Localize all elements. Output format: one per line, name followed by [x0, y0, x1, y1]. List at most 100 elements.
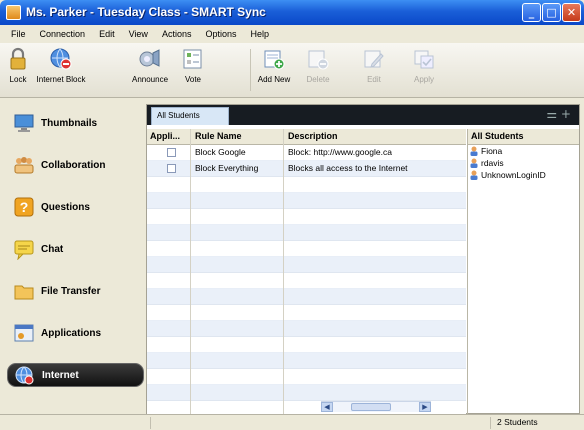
vote-button[interactable]: Vote — [178, 47, 208, 84]
menu-options[interactable]: Options — [198, 29, 243, 39]
rule-name-cell: Block Google — [195, 147, 246, 157]
lock-label: Lock — [9, 75, 27, 84]
internet-icon — [14, 364, 36, 386]
sidebar-item-questions[interactable]: ? Questions — [7, 192, 144, 222]
tab-tools-icon[interactable]: ⚌ + — [546, 107, 571, 121]
group-icon — [13, 154, 35, 176]
rule-name-cell: Block Everything — [195, 163, 259, 173]
app-logo-icon — [6, 5, 21, 20]
edit-button[interactable]: Edit — [362, 47, 386, 84]
sidebar-item-label: File Transfer — [41, 285, 101, 297]
student-count: 2 Students — [497, 417, 538, 427]
sidebar-item-label: Chat — [41, 243, 64, 255]
column-header-apply[interactable]: Appli... — [150, 131, 180, 141]
scroll-left-icon[interactable]: ◀ — [321, 402, 333, 412]
status-bar: 2 Students — [0, 414, 584, 430]
question-icon: ? — [13, 196, 35, 218]
menu-help[interactable]: Help — [243, 29, 276, 39]
column-header-rule-name[interactable]: Rule Name — [195, 131, 242, 141]
student-item[interactable]: Fiona — [468, 145, 579, 157]
add-new-button[interactable]: Add New — [256, 47, 292, 84]
sidebar-item-label: Applications — [41, 327, 102, 339]
title-bar[interactable]: Ms. Parker - Tuesday Class - SMART Sync … — [0, 0, 584, 25]
menu-file[interactable]: File — [4, 29, 33, 39]
sidebar-item-applications[interactable]: Applications — [7, 318, 144, 348]
sidebar-item-label: Questions — [41, 201, 90, 213]
add-new-icon — [262, 47, 286, 71]
svg-text:?: ? — [20, 199, 29, 215]
vote-label: Vote — [184, 75, 201, 84]
menu-bar: File Connection Edit View Actions Option… — [0, 25, 584, 43]
scroll-right-icon[interactable]: ▶ — [419, 402, 431, 412]
apply-checkbox[interactable] — [167, 148, 176, 157]
announce-icon — [138, 47, 162, 71]
add-new-label: Add New — [257, 75, 291, 84]
internet-block-label: Internet Block — [36, 75, 86, 84]
sidebar-item-internet[interactable]: Internet — [7, 363, 144, 387]
column-header-description[interactable]: Description — [288, 131, 338, 141]
padlock-icon — [6, 47, 30, 71]
delete-icon — [306, 47, 330, 71]
sidebar-item-file-transfer[interactable]: File Transfer — [7, 276, 144, 306]
sidebar-item-chat[interactable]: Chat — [7, 234, 144, 264]
tab-all-students[interactable]: All Students — [151, 107, 229, 125]
announce-button[interactable]: Announce — [130, 47, 170, 84]
announce-label: Announce — [131, 75, 169, 84]
app-window: Ms. Parker - Tuesday Class - SMART Sync … — [0, 0, 584, 430]
user-icon — [470, 158, 478, 168]
sidebar-item-collaboration[interactable]: Collaboration — [7, 150, 144, 180]
internet-block-button[interactable]: Internet Block — [33, 47, 89, 84]
column-divider — [190, 129, 191, 415]
delete-label: Delete — [306, 75, 330, 84]
vote-icon — [181, 47, 205, 71]
toolbar: Lock Internet Block Announce Vote Add Ne… — [0, 43, 584, 98]
applications-icon — [13, 322, 35, 344]
table-row[interactable]: Block Everything Blocks all access to th… — [147, 161, 466, 177]
monitor-icon — [13, 112, 35, 134]
lock-button[interactable]: Lock — [6, 47, 30, 84]
rules-table: Appli... Rule Name Description Block Goo… — [147, 129, 466, 415]
main-panel: All Students ⚌ + Appli... Rule Name Desc… — [146, 104, 580, 415]
students-panel: All Students Fiona rdavis UnknownLoginID — [467, 129, 579, 415]
menu-connection[interactable]: Connection — [33, 29, 93, 39]
sidebar-item-label: Thumbnails — [41, 117, 98, 129]
status-divider — [490, 417, 491, 429]
horizontal-scrollbar[interactable]: ◀ ▶ — [321, 401, 431, 412]
student-name: rdavis — [481, 158, 504, 168]
student-name: UnknownLoginID — [481, 170, 546, 180]
sidebar-item-label: Internet — [42, 369, 79, 381]
close-button[interactable]: ✕ — [562, 3, 581, 22]
minimize-button[interactable]: _ — [522, 3, 541, 22]
apply-icon — [412, 47, 436, 71]
table-header: Appli... Rule Name Description — [147, 129, 466, 145]
student-name: Fiona — [481, 146, 503, 156]
column-divider — [283, 129, 284, 415]
apply-checkbox[interactable] — [167, 164, 176, 173]
sidebar-item-thumbnails[interactable]: Thumbnails — [7, 108, 144, 138]
user-icon — [470, 146, 478, 156]
table-row[interactable]: Block Google Block: http://www.google.ca — [147, 145, 466, 161]
scroll-thumb[interactable] — [351, 403, 391, 411]
menu-edit[interactable]: Edit — [92, 29, 122, 39]
window-title: Ms. Parker - Tuesday Class - SMART Sync — [26, 5, 266, 19]
sidebar: Thumbnails Collaboration ? Questions Cha… — [4, 104, 146, 414]
folder-icon — [13, 280, 35, 302]
menu-actions[interactable]: Actions — [155, 29, 199, 39]
edit-icon — [362, 47, 386, 71]
toolbar-separator — [250, 49, 251, 91]
students-header: All Students — [468, 129, 579, 145]
chat-icon — [13, 238, 35, 261]
status-divider — [150, 417, 151, 429]
description-cell: Blocks all access to the Internet — [288, 163, 408, 173]
apply-label: Apply — [413, 75, 434, 84]
student-item[interactable]: rdavis — [468, 157, 579, 169]
edit-label: Edit — [367, 75, 381, 84]
student-item[interactable]: UnknownLoginID — [468, 169, 579, 181]
apply-button[interactable]: Apply — [412, 47, 436, 84]
globe-block-icon — [49, 47, 73, 71]
menu-view[interactable]: View — [122, 29, 155, 39]
user-icon — [470, 170, 478, 180]
delete-button[interactable]: Delete — [303, 47, 333, 84]
maximize-button[interactable]: □ — [542, 3, 561, 22]
table-body: Block Google Block: http://www.google.ca… — [147, 145, 466, 415]
